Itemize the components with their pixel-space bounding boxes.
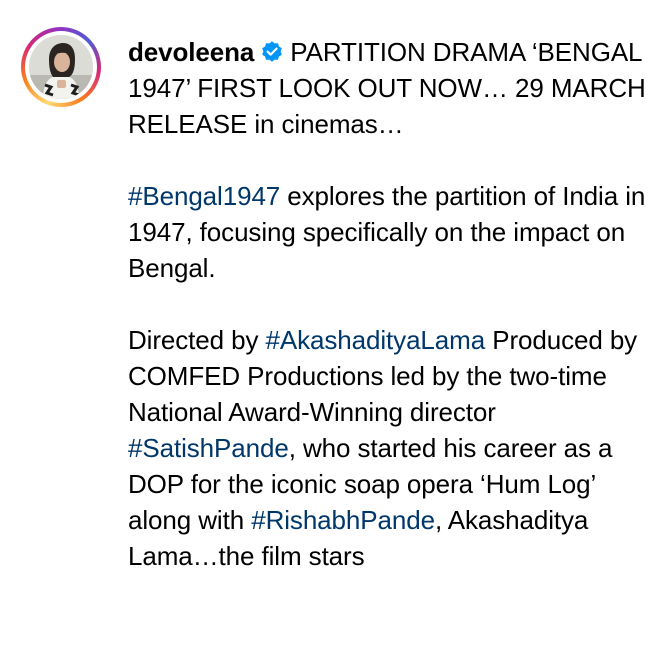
profile-avatar-story-ring[interactable] — [21, 27, 101, 107]
instagram-post-caption: devoleena PARTITION DRAMA ‘BENGAL 1947’ F… — [0, 0, 662, 654]
caption-paragraph-3: Directed by #AkashadityaLama Produced by… — [128, 322, 648, 574]
hashtag-bengal1947[interactable]: #Bengal1947 — [128, 181, 280, 211]
verified-badge-icon — [262, 41, 283, 62]
hashtag-satishpande[interactable]: #SatishPande — [128, 433, 289, 463]
avatar-border — [25, 31, 97, 103]
caption-text-3a: Directed by — [128, 325, 266, 355]
username-link[interactable]: devoleena — [128, 37, 254, 67]
hashtag-rishabhpande[interactable]: #RishabhPande — [251, 505, 435, 535]
avatar-photo-icon — [29, 35, 93, 99]
hashtag-akashadityalama[interactable]: #AkashadityaLama — [266, 325, 486, 355]
post-caption: devoleena PARTITION DRAMA ‘BENGAL 1947’ F… — [128, 34, 648, 610]
avatar[interactable] — [29, 35, 93, 99]
caption-paragraph-2: #Bengal1947 explores the partition of In… — [128, 178, 648, 286]
caption-paragraph-1: devoleena PARTITION DRAMA ‘BENGAL 1947’ F… — [128, 34, 648, 142]
